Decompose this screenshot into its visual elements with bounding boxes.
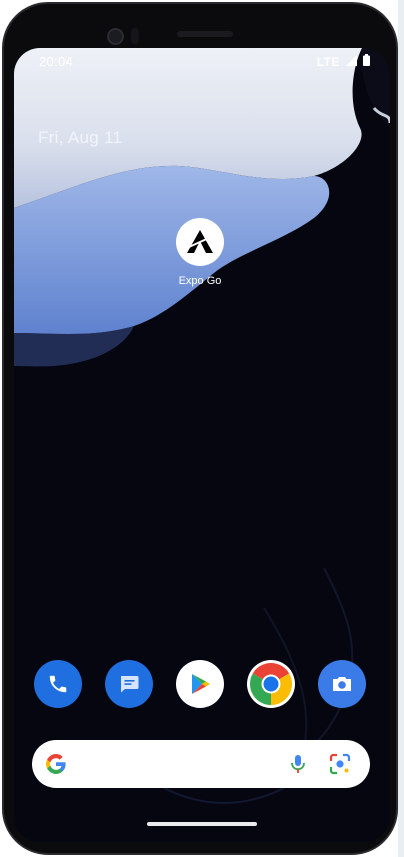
home-date[interactable]: Fri, Aug 11 <box>38 128 122 148</box>
signal-icon <box>346 54 357 69</box>
chrome-app-icon[interactable] <box>247 660 295 708</box>
lens-icon[interactable] <box>328 752 352 781</box>
messages-icon <box>121 676 139 693</box>
chrome-icon <box>248 661 294 707</box>
phone-app-icon[interactable] <box>34 660 82 708</box>
phone-screen: 20:04 LTE Fri, Aug 11 Expo Go <box>14 48 390 842</box>
google-search-bar[interactable] <box>32 740 370 788</box>
play-store-app-icon[interactable] <box>176 660 224 708</box>
expo-go-label[interactable]: Expo Go <box>164 275 236 287</box>
proximity-sensor <box>131 28 139 44</box>
microphone-icon[interactable] <box>286 752 310 781</box>
gesture-navigation-bar[interactable] <box>147 822 257 826</box>
status-indicators: LTE <box>317 54 370 69</box>
background-edge <box>398 0 404 857</box>
phone-icon <box>49 675 67 693</box>
play-store-icon <box>192 674 210 694</box>
camera-app-icon[interactable] <box>318 660 366 708</box>
wallpaper <box>14 48 390 842</box>
status-bar: 20:04 LTE <box>14 48 390 74</box>
front-camera <box>107 28 124 45</box>
google-g-icon[interactable] <box>44 752 68 781</box>
status-time: 20:04 <box>39 54 74 69</box>
network-type: LTE <box>316 54 340 69</box>
expo-go-app-icon[interactable] <box>176 218 224 266</box>
camera-icon <box>333 677 351 691</box>
messages-app-icon[interactable] <box>105 660 153 708</box>
earpiece-speaker <box>177 31 233 37</box>
expo-go-icon <box>187 230 213 253</box>
battery-icon <box>363 54 370 69</box>
